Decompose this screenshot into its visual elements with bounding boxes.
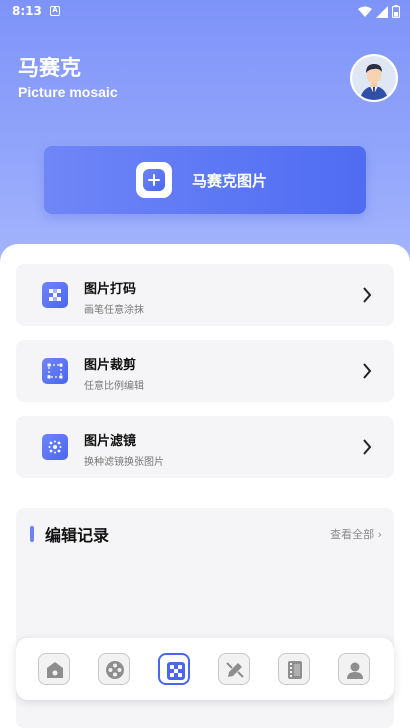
battery-icon	[392, 5, 400, 18]
tab-profile[interactable]	[338, 653, 370, 685]
mosaic-picture-button[interactable]: 马赛克图片	[44, 146, 366, 214]
wifi-icon	[358, 6, 372, 17]
tab-mosaic[interactable]	[158, 653, 190, 685]
view-all-link[interactable]: 查看全部 ›	[330, 526, 382, 542]
tool-title: 图片打码	[84, 282, 137, 297]
chevron-right-icon	[363, 287, 372, 303]
add-image-icon	[136, 162, 172, 198]
home-icon	[47, 662, 63, 678]
film-reel-icon	[106, 661, 124, 679]
bottom-tab-bar	[16, 638, 394, 700]
crop-icon	[42, 358, 68, 384]
tab-clips[interactable]	[278, 653, 310, 685]
tool-description: 换种滤镜换张图片	[84, 457, 164, 468]
signal-icon	[376, 5, 388, 18]
film-strip-icon	[288, 661, 302, 679]
chevron-right-icon	[363, 363, 372, 379]
status-time: 8:13	[12, 4, 42, 18]
app-subtitle: Picture mosaic	[18, 84, 118, 100]
tab-edit[interactable]	[218, 653, 250, 685]
mosaic-picture-label: 马赛克图片	[192, 172, 268, 190]
person-icon	[347, 662, 363, 679]
mosaic-icon	[167, 662, 185, 680]
avatar[interactable]	[350, 54, 398, 102]
pencil-icon	[226, 662, 244, 678]
tool-title: 图片裁剪	[84, 358, 137, 373]
tab-home[interactable]	[38, 653, 70, 685]
tool-card-filter[interactable]: 图片滤镜 换种滤镜换张图片	[16, 416, 394, 478]
notification-icon: A	[50, 6, 60, 16]
edit-history-title: 编辑记录	[45, 526, 110, 545]
tool-card-mosaic[interactable]: 图片打码 画笔任意涂抹	[16, 264, 394, 326]
filter-icon	[42, 434, 68, 460]
section-accent-bar	[30, 526, 34, 542]
tool-description: 任意比例编辑	[84, 381, 144, 392]
status-bar: 8:13 A	[0, 0, 410, 24]
person-avatar-icon	[352, 56, 396, 100]
chevron-right-icon	[363, 439, 372, 455]
tool-title: 图片滤镜	[84, 434, 137, 449]
tool-card-crop[interactable]: 图片裁剪 任意比例编辑	[16, 340, 394, 402]
tab-video[interactable]	[98, 653, 130, 685]
app-title: 马赛克	[18, 56, 81, 80]
tool-description: 画笔任意涂抹	[84, 305, 144, 316]
mosaic-grid-icon	[42, 282, 68, 308]
